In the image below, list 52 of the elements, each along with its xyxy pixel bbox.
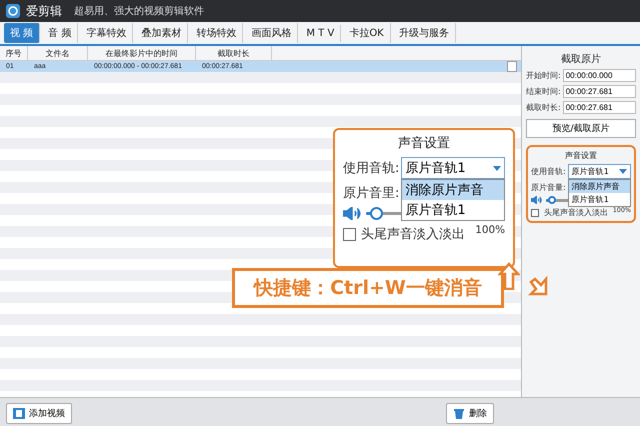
column-header: 文件名 bbox=[28, 46, 88, 60]
trash-icon bbox=[453, 408, 465, 419]
tab[interactable]: M T V bbox=[300, 24, 342, 42]
panel-title: 声音设置 bbox=[564, 150, 598, 161]
tab[interactable]: 卡拉OK bbox=[343, 23, 391, 43]
track-label: 使用音轨: bbox=[531, 166, 566, 177]
delete-button[interactable]: 删除 bbox=[446, 403, 494, 424]
caret-icon bbox=[619, 169, 627, 174]
panel-title: 声音设置 bbox=[397, 135, 451, 152]
app-logo-icon bbox=[6, 4, 20, 18]
field-label: 截取时长: bbox=[526, 102, 561, 113]
track-dropdown[interactable]: 原片音轨1 bbox=[401, 157, 505, 179]
film-icon bbox=[13, 408, 25, 419]
volume-label: 原片音量: bbox=[531, 182, 566, 193]
track-dropdown[interactable]: 原片音轨1 bbox=[568, 164, 631, 179]
field-label: 结束时间: bbox=[526, 86, 561, 97]
tab[interactable]: 叠加素材 bbox=[135, 23, 188, 43]
dropdown-option[interactable]: 消除原片声音 bbox=[402, 180, 504, 200]
caret-icon bbox=[493, 166, 501, 170]
checkbox-label: 头尾声音淡入淡出 bbox=[361, 226, 465, 243]
app-name: 爱剪辑 bbox=[26, 2, 62, 20]
volume-label: 原片音里: bbox=[343, 185, 400, 202]
volume-reading: 100% bbox=[475, 224, 505, 236]
time-field[interactable]: 00:00:27.681 bbox=[562, 85, 636, 98]
column-header: 序号 bbox=[0, 46, 28, 60]
tab[interactable]: 画面风格 bbox=[245, 23, 298, 43]
dropdown-option[interactable]: 消除原片声音 bbox=[568, 180, 630, 193]
slider-thumb[interactable] bbox=[370, 207, 383, 220]
track-label: 使用音轨: bbox=[343, 160, 400, 177]
tab[interactable]: 字幕特效 bbox=[80, 23, 134, 43]
tab[interactable]: 升级与服务 bbox=[392, 23, 456, 43]
column-header: 在最终影片中的时间 bbox=[88, 46, 196, 60]
tab[interactable]: 视 频 bbox=[4, 23, 40, 43]
tab[interactable]: 音 频 bbox=[42, 23, 78, 43]
panel-title: 截取原片 bbox=[560, 52, 602, 66]
tab[interactable]: 转场特效 bbox=[190, 23, 244, 43]
field-label: 开始时间: bbox=[526, 70, 561, 81]
slider-thumb[interactable] bbox=[548, 196, 556, 204]
down-arrow-icon bbox=[528, 276, 550, 298]
speaker-icon bbox=[343, 207, 362, 220]
more-button[interactable] bbox=[507, 61, 517, 72]
preview-button[interactable]: 预览/截取原片 bbox=[526, 119, 636, 138]
checkbox[interactable] bbox=[343, 228, 356, 240]
checkbox-label: 头尾声音淡入淡出 bbox=[544, 207, 608, 218]
shortcut-banner: 快捷键：Ctrl+W一键消音 bbox=[232, 268, 504, 308]
add-video-button[interactable]: 添加视频 bbox=[6, 403, 72, 424]
column-header: 截取时长 bbox=[196, 46, 272, 60]
speaker-icon bbox=[531, 196, 543, 204]
checkbox[interactable] bbox=[531, 208, 539, 216]
app-tagline: 超易用、强大的视频剪辑软件 bbox=[74, 4, 204, 18]
time-field[interactable]: 00:00:27.681 bbox=[562, 101, 636, 114]
time-field[interactable]: 00:00:00.000 bbox=[562, 69, 636, 82]
